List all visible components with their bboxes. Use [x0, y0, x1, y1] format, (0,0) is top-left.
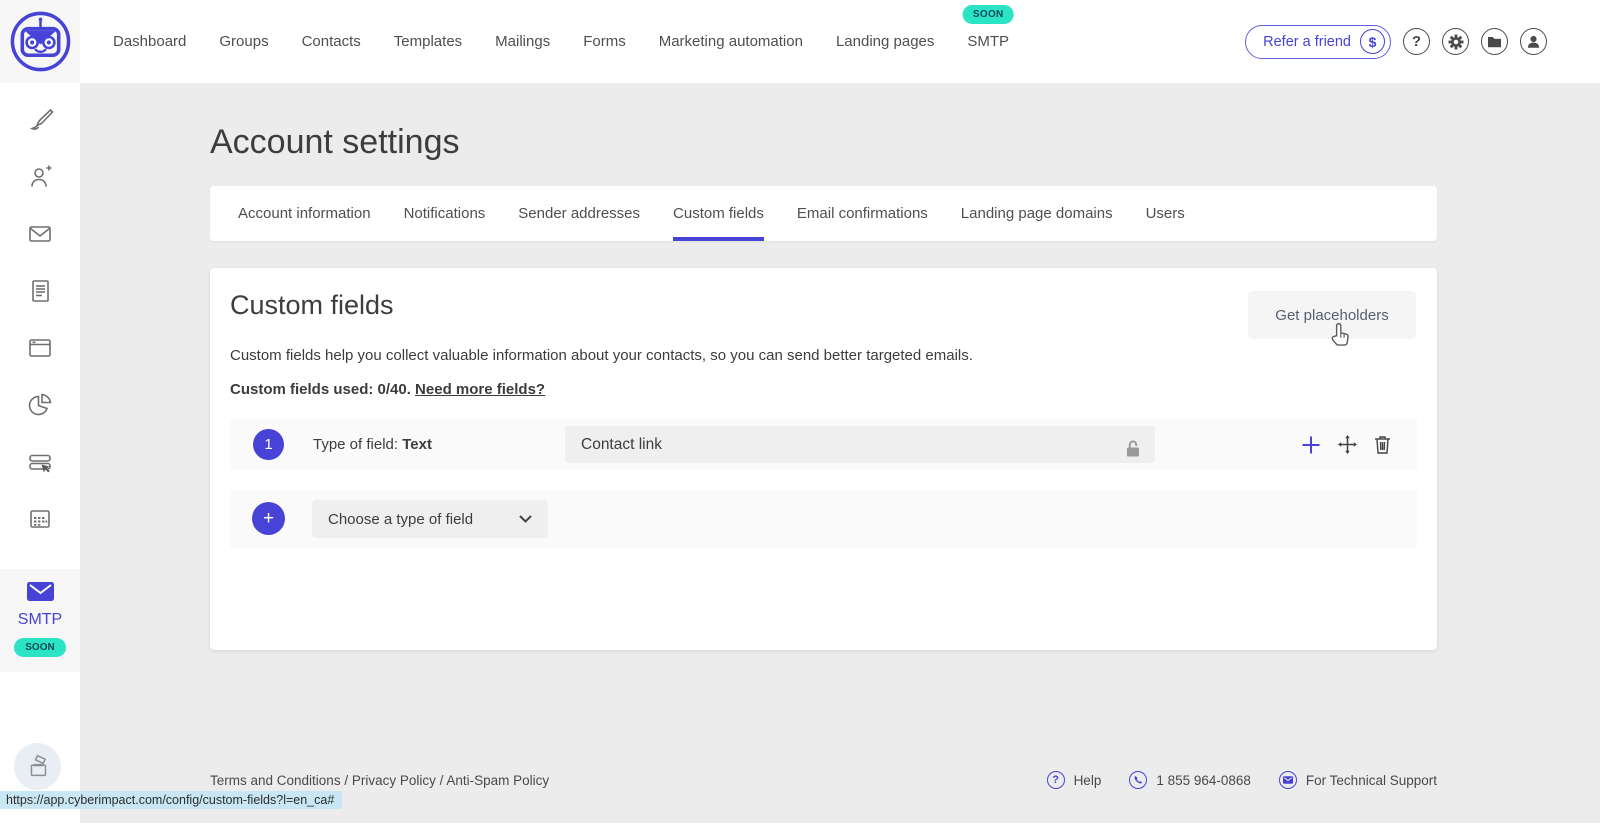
privacy-link[interactable]: Privacy Policy — [352, 773, 436, 788]
refer-a-friend-button[interactable]: Refer a friend $ — [1245, 25, 1391, 59]
hand-cursor-icon — [1330, 322, 1354, 350]
card-title: Custom fields — [230, 290, 394, 321]
tab-sender-addresses[interactable]: Sender addresses — [518, 186, 640, 241]
legal-links: Terms and Conditions / Privacy Policy / … — [210, 773, 549, 788]
nav-groups[interactable]: Groups — [219, 33, 268, 50]
chevron-down-icon — [519, 515, 532, 523]
fields-usage-text: Custom fields used: 0/40. Need more fiel… — [230, 381, 545, 398]
nav-landing-pages[interactable]: Landing pages — [836, 33, 934, 50]
field-name-input[interactable]: Contact link — [565, 426, 1155, 463]
tab-email-confirmations[interactable]: Email confirmations — [797, 186, 928, 241]
nav-templates[interactable]: Templates — [394, 33, 462, 50]
sidebar-smtp-section[interactable]: SMTP SOON — [0, 569, 80, 672]
add-contact-icon[interactable] — [25, 162, 55, 192]
type-value: Text — [402, 436, 432, 453]
footer-phone-icon — [1129, 771, 1147, 789]
nav-mailings[interactable]: Mailings — [495, 33, 550, 50]
top-bar: Dashboard Groups Contacts Templates Mail… — [0, 0, 1600, 83]
footer-help-link[interactable]: Help — [1074, 773, 1102, 788]
top-actions: Refer a friend $ ? — [1245, 0, 1547, 83]
person-glyph — [1526, 34, 1541, 49]
custom-fields-card: Custom fields Custom fields help you col… — [210, 268, 1437, 650]
add-field-button[interactable]: + — [252, 502, 285, 535]
page-title: Account settings — [210, 123, 459, 162]
tab-account-information[interactable]: Account information — [238, 186, 371, 241]
card-description: Custom fields help you collect valuable … — [230, 347, 973, 364]
account-icon[interactable] — [1520, 28, 1547, 55]
row-actions — [1301, 419, 1391, 470]
document-icon[interactable] — [25, 276, 55, 306]
ballot-box-icon — [24, 753, 52, 781]
drag-drop-builder-icon[interactable] — [25, 447, 55, 477]
nav-dashboard[interactable]: Dashboard — [113, 33, 186, 50]
gear-icon[interactable] — [1442, 28, 1469, 55]
add-field-row: + Choose a type of field — [230, 490, 1417, 548]
dropdown-label: Choose a type of field — [328, 511, 473, 528]
custom-field-row: 1 Type of field: Text Contact link — [230, 419, 1417, 470]
separator: / — [436, 773, 447, 788]
main-nav: Dashboard Groups Contacts Templates Mail… — [113, 0, 1009, 83]
tab-notifications[interactable]: Notifications — [404, 186, 486, 241]
link-preview-status-bar: https://app.cyberimpact.com/config/custo… — [0, 791, 342, 809]
type-prefix: Type of field: — [313, 436, 402, 453]
settings-tabs: Account information Notifications Sender… — [210, 186, 1437, 241]
dollar-icon: $ — [1360, 29, 1385, 54]
field-type-label: Type of field: Text — [313, 436, 432, 453]
tab-landing-page-domains[interactable]: Landing page domains — [961, 186, 1113, 241]
folder-icon[interactable] — [1481, 28, 1508, 55]
feedback-ballot-button[interactable] — [14, 743, 61, 790]
robot-logo-icon — [9, 10, 72, 73]
usage-count: Custom fields used: 0/40. — [230, 381, 415, 398]
folder-glyph — [1487, 35, 1502, 48]
gear-glyph — [1448, 34, 1464, 50]
logo[interactable] — [0, 0, 80, 83]
add-field-icon[interactable] — [1301, 435, 1321, 455]
smtp-soon-badge: SOON — [963, 5, 1014, 24]
calendar-icon[interactable] — [25, 504, 55, 534]
refer-label: Refer a friend — [1263, 34, 1351, 50]
sidebar-smtp-label: SMTP — [0, 611, 80, 629]
footer: Terms and Conditions / Privacy Policy / … — [210, 771, 1437, 789]
help-icon[interactable]: ? — [1403, 28, 1430, 55]
nav-smtp[interactable]: SOON SMTP — [967, 33, 1009, 50]
footer-envelope-icon — [1279, 771, 1297, 789]
main-area: Account settings Account information Not… — [80, 83, 1600, 823]
sidebar: SMTP SOON — [0, 83, 80, 823]
nav-forms[interactable]: Forms — [583, 33, 626, 50]
field-type-dropdown[interactable]: Choose a type of field — [312, 500, 548, 538]
lock-icon — [1124, 435, 1142, 472]
sidebar-soon-badge: SOON — [14, 638, 65, 657]
mailings-envelope-icon[interactable] — [25, 219, 55, 249]
nav-smtp-label: SMTP — [967, 33, 1009, 50]
field-number-badge: 1 — [253, 429, 284, 460]
need-more-fields-link[interactable]: Need more fields? — [415, 381, 545, 398]
tab-users[interactable]: Users — [1146, 186, 1185, 241]
terms-link[interactable]: Terms and Conditions — [210, 773, 341, 788]
footer-support-label[interactable]: For Technical Support — [1306, 773, 1437, 788]
antispam-link[interactable]: Anti-Spam Policy — [446, 773, 549, 788]
nav-contacts[interactable]: Contacts — [302, 33, 361, 50]
separator: / — [341, 773, 352, 788]
nav-marketing-automation[interactable]: Marketing automation — [659, 33, 803, 50]
landing-page-window-icon[interactable] — [25, 333, 55, 363]
move-field-icon[interactable] — [1338, 435, 1357, 454]
footer-phone-number[interactable]: 1 855 964-0868 — [1156, 773, 1251, 788]
smtp-envelope-icon — [27, 582, 54, 601]
footer-help-icon: ? — [1047, 771, 1065, 789]
tab-custom-fields[interactable]: Custom fields — [673, 186, 764, 241]
delete-field-icon[interactable] — [1374, 435, 1391, 454]
design-brush-icon[interactable] — [25, 105, 55, 135]
support-links: ? Help 1 855 964-0868 For Technical Supp… — [1047, 771, 1437, 789]
statistics-pie-icon[interactable] — [25, 390, 55, 420]
get-placeholders-button[interactable]: Get placeholders — [1248, 291, 1416, 339]
field-name-value: Contact link — [581, 436, 662, 453]
get-placeholders-label: Get placeholders — [1275, 307, 1388, 324]
